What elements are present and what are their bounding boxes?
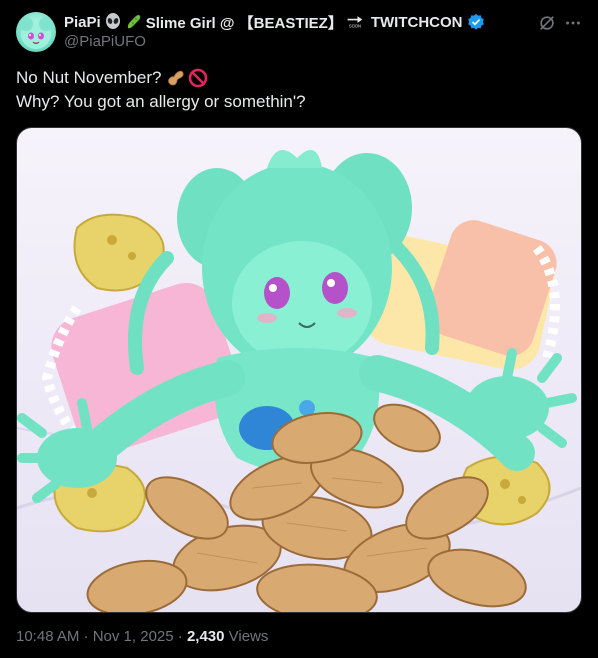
- post-header: PiaPi Slime Girl @ 【BEASTIEZ】 SOON TWITC…: [16, 10, 582, 54]
- grok-button[interactable]: [536, 12, 558, 34]
- post-text-line-1-text: No Nut November?: [16, 68, 162, 87]
- prohibited-icon: [188, 68, 208, 88]
- display-name-end[interactable]: TWITCHCON: [371, 14, 463, 31]
- post-text-line-2: Why? You got an allergy or somethin'?: [16, 90, 306, 114]
- soon-label: SOON: [349, 24, 361, 29]
- views-label: Views: [224, 628, 269, 645]
- display-name[interactable]: PiaPi: [64, 14, 101, 31]
- post-text-line-1: No Nut November?: [16, 66, 306, 90]
- author-handle[interactable]: @PiaPiUFO: [64, 33, 146, 50]
- post-text-line-2-text: Why? You got an allergy or somethin'?: [16, 92, 306, 111]
- soon-arrow-icon: SOON: [346, 13, 368, 31]
- views-count: 2,430: [186, 628, 225, 645]
- display-name-suffix[interactable]: Slime Girl @ 【BEASTIEZ】: [146, 12, 343, 33]
- cucumber-icon: [125, 13, 143, 31]
- avatar[interactable]: [16, 12, 56, 52]
- grok-icon: [540, 16, 554, 30]
- more-options-button[interactable]: [562, 12, 584, 34]
- verified-badge-icon[interactable]: [467, 13, 485, 31]
- slime-girl-peanuts-image: [17, 150, 581, 612]
- post-timestamp[interactable]: 10:48 AM · Nov 1, 2025 ·: [16, 628, 187, 645]
- more-dots-icon: [566, 21, 580, 25]
- display-name-row[interactable]: PiaPi Slime Girl @ 【BEASTIEZ】 SOON TWITC…: [64, 12, 485, 32]
- avatar-image: [19, 17, 53, 49]
- alien-icon: [104, 13, 122, 31]
- post-meta: 10:48 AM · Nov 1, 2025 · 2,430 Views: [16, 628, 268, 645]
- post-media[interactable]: [16, 127, 582, 613]
- peanut-icon: [166, 68, 186, 88]
- post-text: No Nut November? Why? You got an allergy…: [16, 66, 306, 114]
